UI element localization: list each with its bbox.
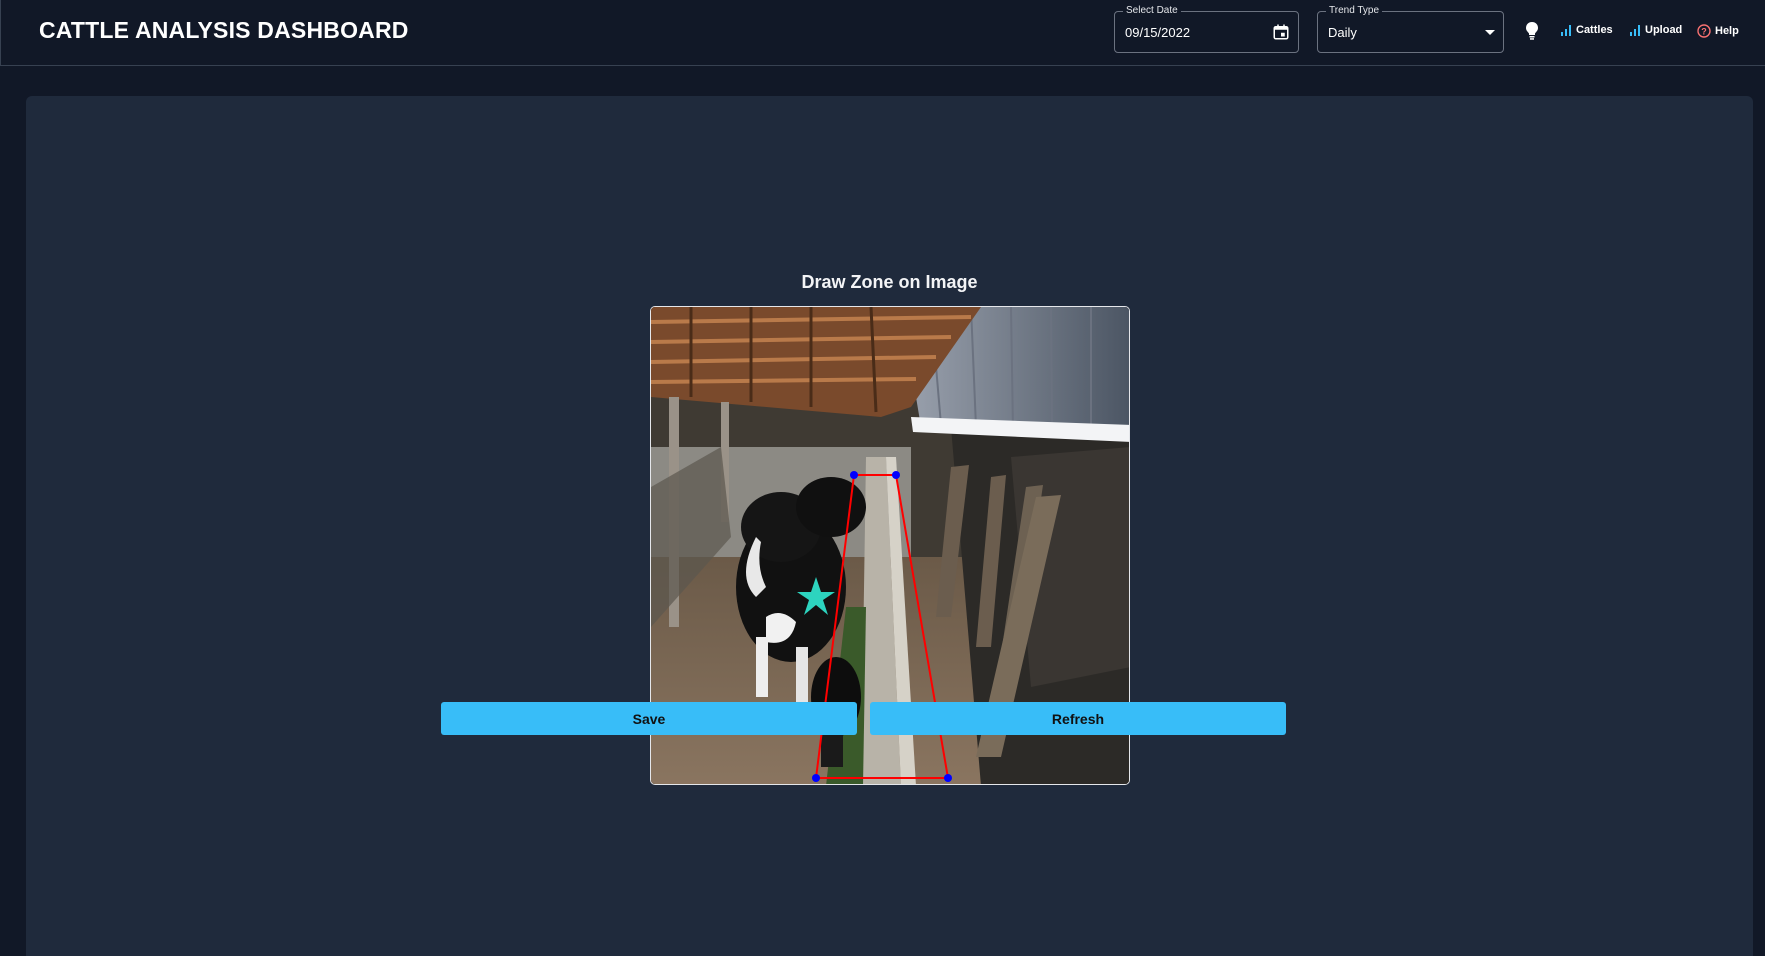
nav-help-label: Help xyxy=(1715,25,1739,37)
nav-upload[interactable]: Upload xyxy=(1629,24,1682,36)
chevron-down-icon[interactable] xyxy=(1485,30,1495,35)
refresh-button[interactable]: Refresh xyxy=(870,702,1286,735)
save-button[interactable]: Save xyxy=(441,702,857,735)
date-picker-label: Select Date xyxy=(1123,5,1181,17)
trend-type-value[interactable]: Daily xyxy=(1328,25,1357,40)
zone-editor-panel: Draw Zone on Image xyxy=(26,96,1753,956)
trend-type-label: Trend Type xyxy=(1326,5,1383,17)
trend-type-select[interactable]: Trend Type Daily xyxy=(1317,5,1504,53)
lightbulb-icon[interactable] xyxy=(1524,21,1540,41)
date-picker-value[interactable]: 09/15/2022 xyxy=(1125,25,1190,40)
nav-cattles[interactable]: Cattles xyxy=(1560,24,1613,36)
top-bar: CATTLE ANALYSIS DASHBOARD Select Date 09… xyxy=(0,0,1765,66)
panel-title: Draw Zone on Image xyxy=(801,272,978,292)
nav-upload-label: Upload xyxy=(1645,24,1683,36)
svg-text:?: ? xyxy=(1701,27,1707,37)
date-picker[interactable]: Select Date 09/15/2022 xyxy=(1114,5,1299,53)
help-circle-icon: ? xyxy=(1697,24,1711,38)
nav-help[interactable]: ? Help xyxy=(1697,24,1739,38)
nav-cattles-label: Cattles xyxy=(1576,24,1613,36)
bar-chart-icon xyxy=(1561,25,1571,36)
bar-chart-icon xyxy=(1630,25,1640,36)
app-title: CATTLE ANALYSIS DASHBOARD xyxy=(39,17,409,43)
calendar-icon[interactable] xyxy=(1272,23,1290,41)
